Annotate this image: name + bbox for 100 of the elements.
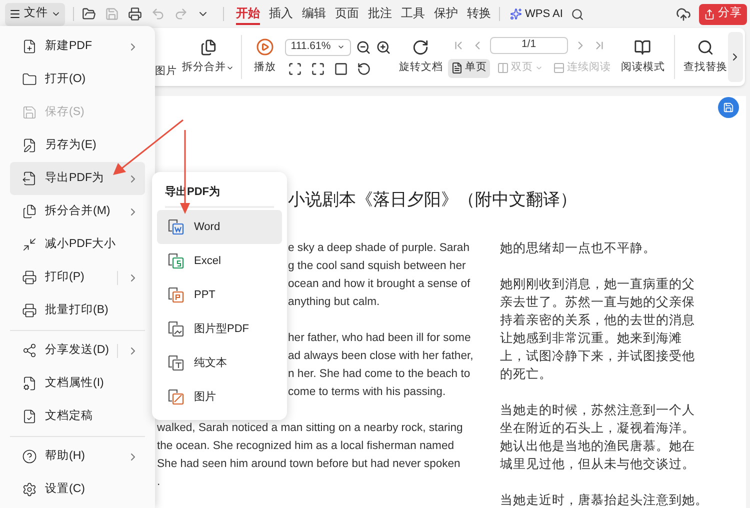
ribbon-tab[interactable]: 编辑 [302, 3, 326, 25]
submenu-item[interactable]: 图片型PDF [157, 312, 282, 346]
menu-item-label: 保存(S) [45, 104, 84, 120]
rotate-icon [412, 38, 430, 56]
submenu-item[interactable]: Excel [157, 244, 282, 278]
paragraph: 当她走的时候，苏然注意到一个人坐在附近的石头上，凝视着海洋。她认出他是当地的渔民唐慕。她在城里见过他，但从未与他交谈过。 [500, 402, 696, 473]
menu-item-label: 文档属性(I) [45, 376, 104, 391]
ribbon-tab[interactable]: 批注 [368, 3, 392, 25]
submenu-item[interactable]: PPT [157, 278, 282, 312]
file-convert-icon [167, 286, 185, 304]
menu-item[interactable]: 文档定稿 [10, 400, 145, 433]
menu-item[interactable]: 设置(C) [10, 473, 145, 506]
folder-icon [22, 72, 37, 87]
menu-item[interactable]: 帮助(H) [10, 440, 145, 473]
save-icon [723, 102, 734, 113]
menu-item[interactable]: 分享发送(D) [10, 334, 145, 367]
menu-item[interactable]: 另存为(E) [10, 129, 145, 162]
file-menu-button[interactable]: 文件 [5, 2, 65, 26]
submenu-item-label: PPT [194, 288, 216, 303]
actual-size-icon[interactable] [288, 62, 302, 76]
zoom-field[interactable]: 111.61% [284, 38, 351, 56]
fit-page-icon[interactable] [310, 62, 325, 76]
folder-icon[interactable] [82, 7, 96, 21]
text-line: ocean and how it brought a sense of [288, 277, 470, 292]
ribbon-tab[interactable]: 开始 [236, 3, 260, 25]
ribbon-tab[interactable]: 工具 [401, 3, 425, 25]
print-icon [22, 270, 37, 285]
menu-item[interactable]: 批量打印(B) [10, 294, 145, 327]
submenu-item[interactable]: 纯文本 [157, 346, 282, 380]
text-line: come to terms with his passing. [288, 385, 446, 400]
file-convert-icon [167, 354, 185, 372]
view-mode-button[interactable]: 单页 [448, 58, 490, 78]
files-icon [200, 38, 216, 56]
menu-item[interactable]: 新建PDF [10, 30, 145, 63]
two-page-icon [496, 62, 509, 74]
help-icon [22, 449, 37, 464]
settings-icon [22, 482, 37, 497]
menu-item[interactable]: 打印(P) [10, 261, 145, 294]
file-settings-icon [22, 376, 37, 391]
rotate-icon[interactable] [356, 62, 371, 76]
paragraph: 当她走近时，唐慕抬起头注意到她。 [500, 492, 708, 508]
sparkle-icon [510, 8, 522, 20]
continuous-icon [552, 62, 565, 74]
toolbar-button[interactable]: 拆分合并 [182, 38, 234, 76]
zoom-out-icon[interactable] [356, 40, 371, 54]
save-icon [22, 105, 37, 120]
menu-item-label: 拆分合并(M) [45, 204, 110, 219]
menu-item[interactable]: 拆分合并(M) [10, 195, 145, 228]
print-icon [22, 303, 37, 318]
ribbon-tab[interactable]: 插入 [269, 3, 293, 25]
new-file-icon [22, 39, 37, 54]
share-button[interactable]: 分享 [699, 4, 747, 24]
share-icon [704, 8, 715, 20]
menu-item-label: 设置(C) [45, 482, 85, 497]
paragraph: 她的思绪却一点也不平静。 [500, 240, 657, 257]
menu-item[interactable]: 导出PDF为 [10, 162, 145, 195]
submenu-item[interactable]: Word [157, 210, 282, 244]
menu-item[interactable]: 减小PDF大小 [10, 228, 145, 261]
submenu-item-label: 图片型PDF [194, 322, 249, 337]
menu-item[interactable]: 文档属性(I) [10, 367, 145, 400]
menu-item-label: 打开(O) [45, 72, 86, 87]
paragraph: 她刚刚收到消息，她一直病重的父亲去世了。苏然一直与她的父亲保持着亲密的关系，他的去世的消息让她感到非常沉重。她来到海滩上，试图冷静下来，并试图接受他的死亡。 [500, 276, 696, 383]
fit-width-icon[interactable] [334, 62, 348, 76]
menu-item[interactable]: 打开(O) [10, 63, 145, 96]
search-icon[interactable] [570, 8, 584, 20]
text-line: . [157, 475, 160, 490]
shrink-icon [22, 237, 37, 252]
toolbar-button[interactable]: 播放 [254, 38, 276, 76]
zoom-in-icon[interactable] [376, 40, 391, 54]
ribbon-tab[interactable]: 转换 [467, 3, 491, 25]
menu-item-label: 减小PDF大小 [45, 236, 116, 252]
toolbar-button[interactable]: 查找替换 [684, 38, 728, 76]
submenu-item-label: Excel [194, 254, 221, 269]
print-icon[interactable] [128, 7, 142, 21]
files-icon [22, 204, 37, 219]
file-convert-icon [167, 218, 185, 236]
text-line: walked, Sarah noticed a man sitting on a nearby rock, staring [157, 421, 463, 436]
text-line: She had seen him around town before but had never spoken [157, 457, 460, 472]
toolbar-button[interactable]: 旋转文档 [398, 38, 443, 76]
toolbar-button[interactable]: 图片 [155, 32, 177, 82]
file-edit-icon [22, 138, 37, 153]
text-line: n her. She had come to the beach to [288, 367, 470, 382]
single-page-icon [450, 62, 463, 74]
menu-item-label: 打印(P) [45, 270, 84, 285]
submenu-item[interactable]: 图片 [157, 380, 282, 414]
ribbon-tab[interactable]: 页面 [335, 3, 359, 25]
share-icon [22, 343, 37, 358]
ai-button[interactable]: WPS AI [510, 6, 563, 22]
file-export-icon [22, 171, 37, 186]
book-icon [634, 38, 652, 56]
text-line: the ocean. She recognized him as a local fisherman named [157, 439, 454, 454]
file-check-icon [22, 409, 37, 424]
ribbon-tab[interactable]: 保护 [434, 3, 458, 25]
page-field[interactable]: 1/1 [490, 36, 568, 54]
submenu-item-label: Word [194, 220, 220, 235]
toolbar-button[interactable]: 阅读模式 [620, 38, 665, 76]
document-title: 小说剧本《落日夕阳》（附中文翻译） [288, 189, 578, 211]
file-convert-icon [167, 320, 185, 338]
cloud-upload-icon[interactable] [676, 6, 691, 22]
text-line: her father, who had been ill for some [288, 331, 471, 346]
